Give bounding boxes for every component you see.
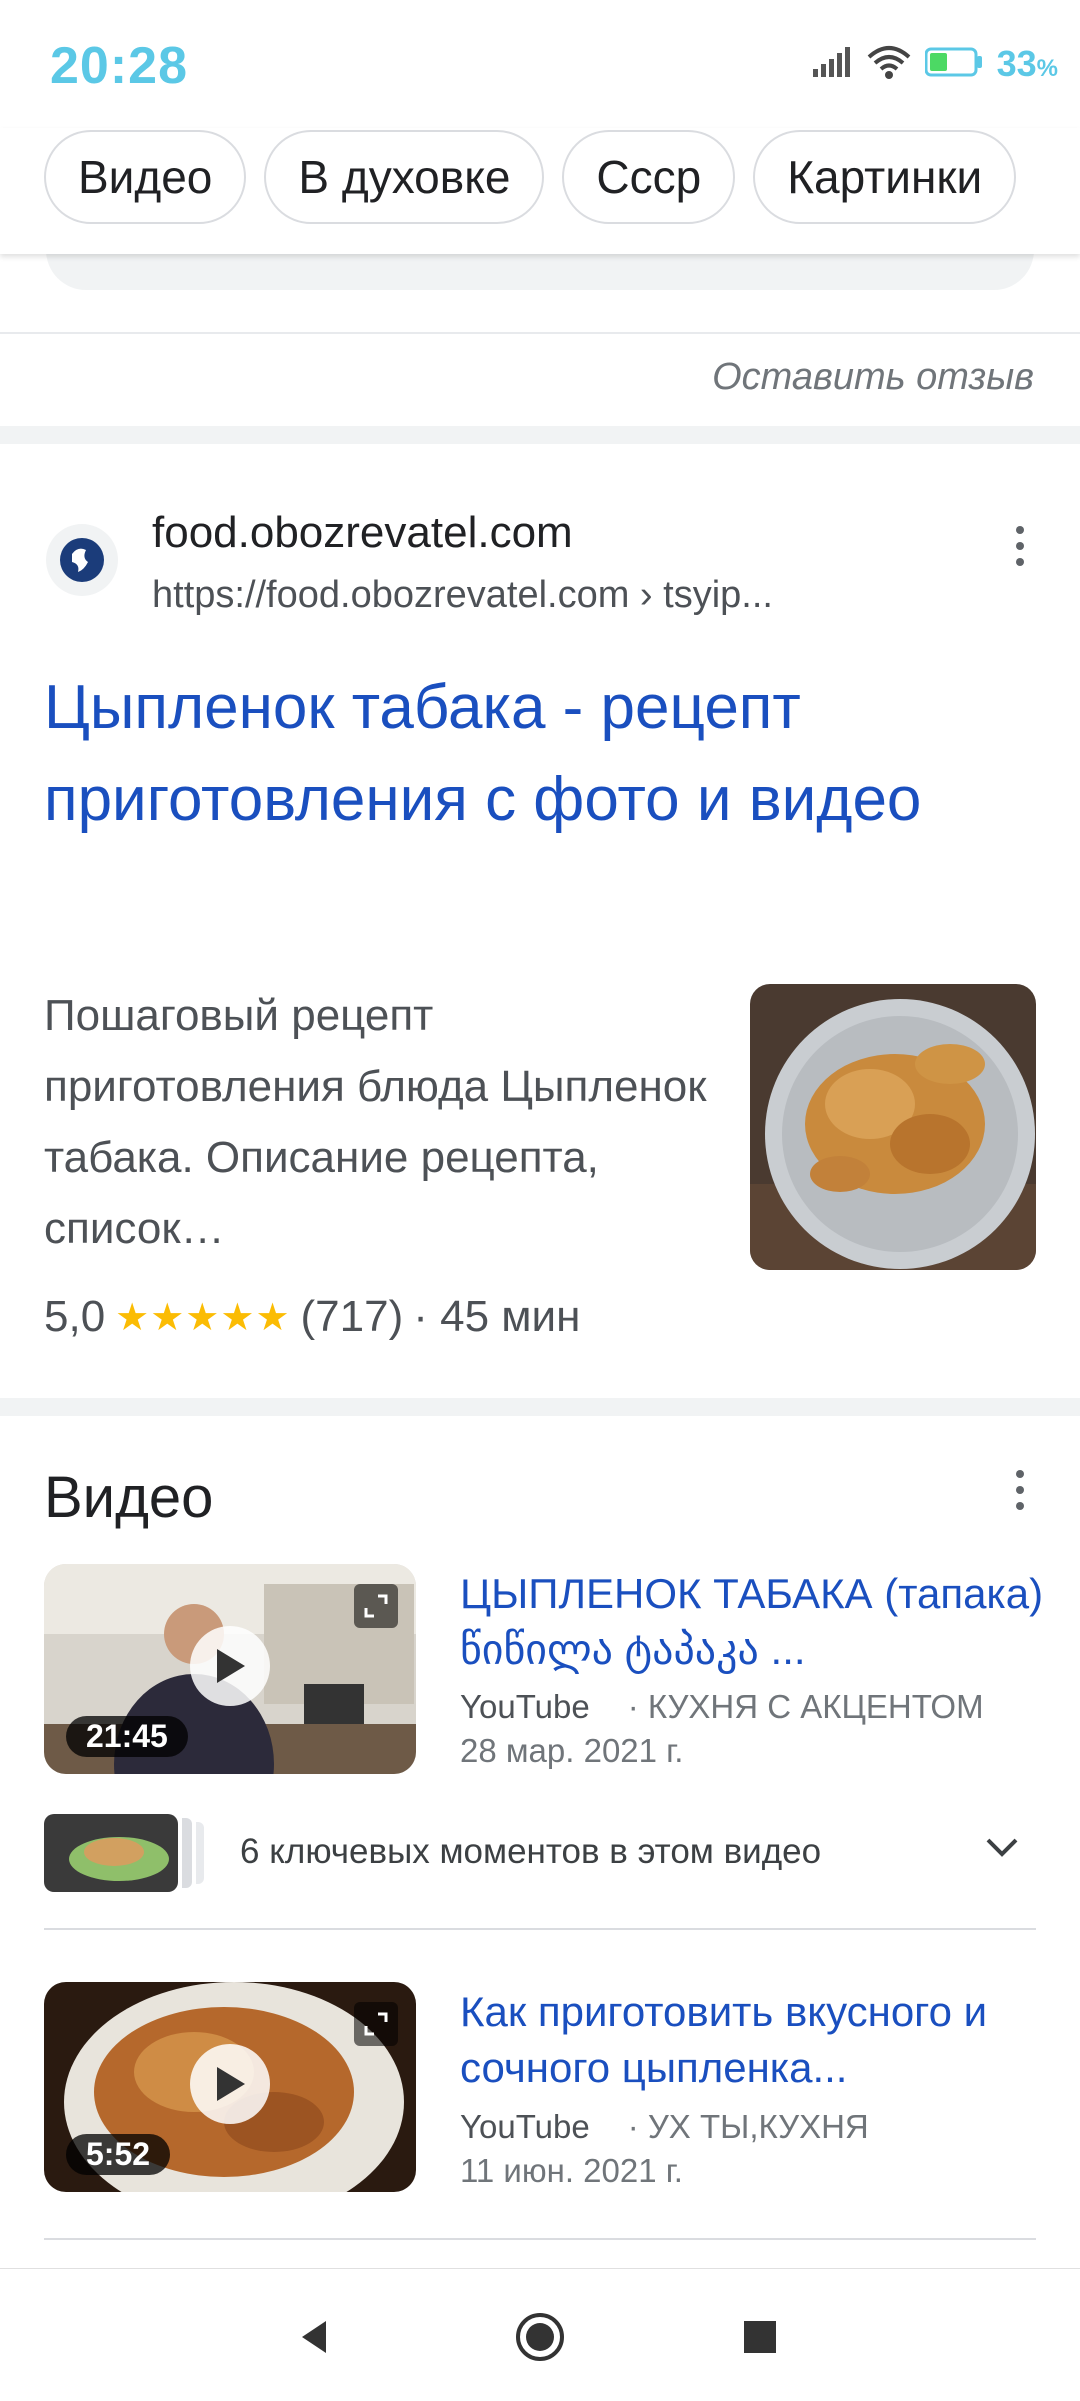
result-thumbnail-image[interactable]: [750, 984, 1036, 1270]
chip-video[interactable]: Видео: [44, 130, 247, 224]
key-moments-label: 6 ключевых моментов в этом видео: [240, 1832, 822, 1871]
globe-icon: [46, 524, 118, 596]
result-title-link[interactable]: Цыпленок табака - рецепт приготовления с…: [44, 662, 1024, 846]
filter-chips-bar: Видео В духовке Ссср Картинки: [0, 128, 1080, 254]
divider: [44, 1928, 1036, 1930]
kebab-menu-icon[interactable]: [1000, 516, 1040, 576]
chip-ussr[interactable]: Ссср: [562, 130, 736, 224]
video-channel: · КУХНЯ С АКЦЕНТОМ: [627, 1688, 984, 1725]
kebab-menu-icon[interactable]: [1000, 1460, 1040, 1520]
divider: [44, 2238, 1036, 2240]
key-moment-thumbnail: [44, 1814, 178, 1892]
feedback-link[interactable]: Оставить отзыв: [712, 356, 1034, 399]
section-separator: [0, 1398, 1080, 1416]
key-moments-row[interactable]: 6 ключевых моментов в этом видео: [44, 1814, 1036, 1894]
video-meta: YouTube · КУХНЯ С АКЦЕНТОМ: [460, 1688, 984, 1726]
video-date: 11 июн. 2021 г.: [460, 2152, 683, 2189]
status-icons: 33%: [812, 42, 1058, 86]
video-date: 28 мар. 2021 г.: [460, 1732, 684, 1769]
video-title-link[interactable]: Как приготовить вкусного и сочного цыпле…: [460, 1984, 1050, 2096]
status-bar: 20:28 33%: [0, 0, 1080, 128]
thumbnail-stack: [182, 1818, 192, 1888]
battery-icon: [924, 47, 983, 82]
play-icon[interactable]: [190, 2044, 270, 2124]
system-nav-bar: [0, 2268, 1080, 2401]
video-source: YouTube: [460, 1688, 590, 1725]
play-icon[interactable]: [190, 1626, 270, 1706]
rating-stars: ★★★★★: [115, 1296, 291, 1339]
rating-count: (717): [300, 1292, 404, 1341]
cook-time: · 45 мин: [413, 1292, 581, 1341]
rating-value: 5,0: [44, 1292, 106, 1341]
battery-percent: 33%: [996, 43, 1058, 84]
video-thumbnail[interactable]: 5:52: [44, 1982, 416, 2192]
divider: [0, 332, 1080, 334]
result-site-name[interactable]: food.obozrevatel.com: [152, 508, 573, 558]
expand-icon[interactable]: [354, 1584, 398, 1628]
section-separator: [0, 426, 1080, 444]
back-icon[interactable]: [284, 2307, 344, 2367]
status-time: 20:28: [50, 37, 188, 95]
video-thumbnail[interactable]: 21:45: [44, 1564, 416, 1774]
video-duration: 5:52: [66, 2134, 171, 2175]
home-icon[interactable]: [510, 2307, 570, 2367]
result-snippet: Пошаговый рецепт приготовления блюда Цып…: [44, 991, 707, 1253]
wifi-icon: [867, 45, 911, 84]
video-title-link[interactable]: ЦЫПЛЕНОК ТАБАКА (тапака) წიწილა ტაპაკა .…: [460, 1566, 1050, 1678]
video-source: YouTube: [460, 2108, 590, 2145]
chip-oven[interactable]: В духовке: [264, 130, 545, 224]
video-duration: 21:45: [66, 1716, 188, 1757]
thumbnail-stack: [196, 1822, 204, 1884]
expand-icon[interactable]: [354, 2002, 398, 2046]
result-rating-row: 5,0 ★★★★★ (717) · 45 мин: [44, 1292, 580, 1342]
chevron-down-icon[interactable]: [984, 1836, 1020, 1865]
chip-images[interactable]: Картинки: [753, 130, 1017, 224]
video-channel: · УХ ТЫ,КУХНЯ: [627, 2108, 869, 2145]
video-meta: YouTube · УХ ТЫ,КУХНЯ: [460, 2108, 869, 2146]
video-section-heading: Видео: [44, 1465, 214, 1530]
recents-icon[interactable]: [730, 2307, 790, 2367]
signal-icon: [812, 46, 853, 82]
result-url[interactable]: https://food.obozrevatel.com › tsyip...: [152, 574, 773, 617]
